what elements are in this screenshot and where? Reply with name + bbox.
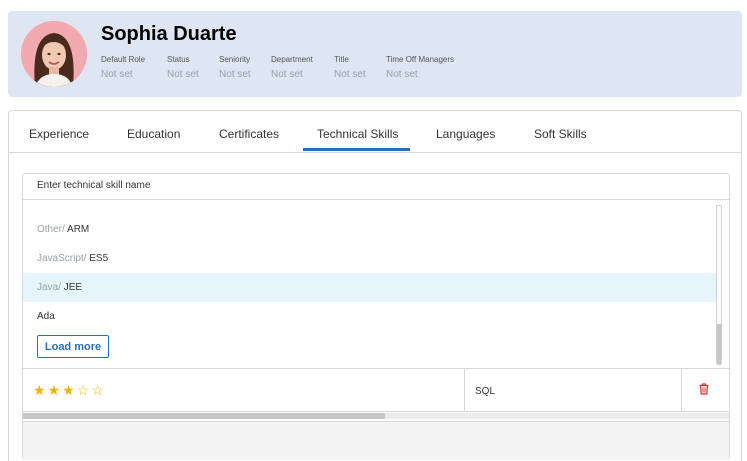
scrollbar-thumb[interactable] xyxy=(23,413,385,419)
technical-skills-editor: Other/ ARM JavaScript/ ES5 Java/ JEE Ada… xyxy=(22,173,730,460)
field-label: Seniority xyxy=(219,55,251,64)
field-label: Title xyxy=(334,55,349,64)
skill-search-input[interactable] xyxy=(37,180,637,191)
suggestion-category: Other/ xyxy=(37,224,65,235)
avatar xyxy=(21,21,87,87)
suggestion-name: ES5 xyxy=(89,253,109,264)
tab-certificates[interactable]: Certificates xyxy=(219,127,279,141)
field-seniority: Seniority Not set xyxy=(219,55,251,80)
field-value: Not set xyxy=(334,69,366,80)
tab-soft-skills[interactable]: Soft Skills xyxy=(534,127,587,141)
field-value: Not set xyxy=(167,69,199,80)
column-divider xyxy=(681,369,682,412)
horizontal-scrollbar[interactable] xyxy=(23,413,729,419)
field-label: Department xyxy=(271,55,313,64)
suggestion-category: JavaScript/ xyxy=(37,253,87,264)
field-default-role: Default Role Not set xyxy=(101,55,145,80)
suggestion-item-highlighted[interactable]: Java/ JEE xyxy=(23,273,717,302)
skill-search xyxy=(23,174,729,200)
suggestion-item[interactable]: JavaScript/ ES5 xyxy=(23,244,717,273)
tab-languages[interactable]: Languages xyxy=(436,127,495,141)
suggestion-category: Java/ xyxy=(37,282,61,293)
suggestion-name: ARM xyxy=(67,224,90,235)
skills-panel: Experience Education Certificates Techni… xyxy=(8,110,742,461)
editor-footer xyxy=(23,421,729,460)
tab-technical-skills[interactable]: Technical Skills xyxy=(317,127,398,141)
column-divider xyxy=(464,369,465,412)
suggestions-scrollbar[interactable] xyxy=(716,205,722,365)
star-icon[interactable]: ★ xyxy=(48,382,63,398)
star-icon[interactable]: ★ xyxy=(33,382,48,398)
field-status: Status Not set xyxy=(167,55,199,80)
star-outline-icon[interactable]: ☆ xyxy=(91,382,106,398)
field-value: Not set xyxy=(219,69,251,80)
star-icon[interactable]: ★ xyxy=(62,382,77,398)
skill-row: ★★★☆☆ SQL xyxy=(23,368,729,412)
field-label: Status xyxy=(167,55,190,64)
tab-experience[interactable]: Experience xyxy=(29,127,89,141)
field-title: Title Not set xyxy=(334,55,366,80)
active-tab-indicator xyxy=(303,148,410,151)
field-label: Time Off Managers xyxy=(386,55,455,64)
star-outline-icon[interactable]: ☆ xyxy=(77,382,92,398)
suggestion-name: JEE xyxy=(63,282,83,293)
field-value: Not set xyxy=(271,69,303,80)
suggestion-item[interactable]: Other/ ARM xyxy=(23,215,717,244)
profile-name: Sophia Duarte xyxy=(101,23,237,45)
suggestion-name: Ada xyxy=(37,311,55,322)
skill-rating[interactable]: ★★★☆☆ xyxy=(33,383,106,397)
trash-icon[interactable] xyxy=(697,382,711,396)
skill-name: SQL xyxy=(475,386,496,397)
field-label: Default Role xyxy=(101,55,146,64)
skill-suggestions-list: Other/ ARM JavaScript/ ES5 Java/ JEE Ada… xyxy=(23,200,731,368)
load-more-button[interactable]: Load more xyxy=(37,335,109,358)
tab-education[interactable]: Education xyxy=(127,127,180,141)
tab-bar: Experience Education Certificates Techni… xyxy=(9,111,741,153)
field-time-off-managers: Time Off Managers Not set xyxy=(386,55,454,80)
field-department: Department Not set xyxy=(271,55,313,80)
scrollbar-thumb[interactable] xyxy=(717,324,721,364)
field-value: Not set xyxy=(101,69,133,80)
field-value: Not set xyxy=(386,69,418,80)
profile-header: Sophia Duarte Default Role Not set Statu… xyxy=(8,11,742,97)
suggestion-item[interactable]: Ada xyxy=(23,302,717,331)
